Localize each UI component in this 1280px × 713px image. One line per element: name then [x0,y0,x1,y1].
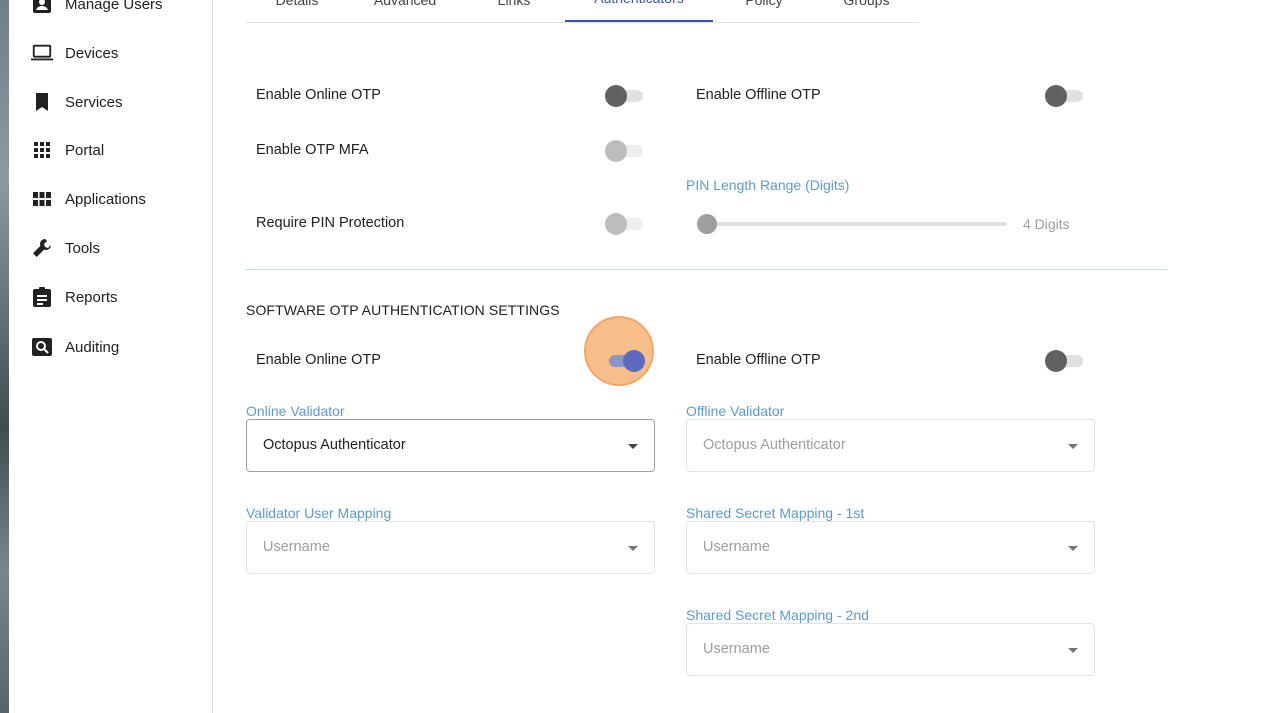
sidebar-item-devices[interactable]: Devices [9,33,212,73]
sidebar-item-label: Manage Users [65,0,163,13]
software-enable-online-otp-switch[interactable] [605,349,645,373]
tab-advanced[interactable]: Advanced [348,0,462,22]
slider-rail [707,222,1007,226]
sidebar-item-tools[interactable]: Tools [9,228,212,268]
enable-otp-mfa-switch[interactable] [605,139,645,163]
chevron-down-icon [1068,444,1078,449]
sidebar-item-manage-users[interactable]: Manage Users [9,0,212,24]
tab-bar: Details Advanced Links Authenticators Po… [246,0,918,23]
chevron-down-icon [1068,546,1078,551]
require-pin-switch[interactable] [605,212,645,236]
apps-grid-icon [31,139,53,161]
select-value: Username [703,539,770,555]
sidebar-item-label: Reports [65,288,118,306]
search-box-icon [31,336,53,358]
software-otp-section-title: SOFTWARE OTP AUTHENTICATION SETTINGS [246,302,560,318]
sidebar-item-portal[interactable]: Portal [9,130,212,170]
sidebar-item-label: Services [65,93,123,111]
software-enable-offline-otp-switch[interactable] [1045,349,1085,373]
enable-online-otp-label: Enable Online OTP [256,87,381,103]
enable-offline-otp-label: Enable Offline OTP [696,87,821,103]
require-pin-label: Require PIN Protection [256,215,405,231]
enable-otp-mfa-label: Enable OTP MFA [256,142,369,158]
software-enable-offline-otp-label: Enable Offline OTP [696,352,821,368]
enable-online-otp-switch[interactable] [605,84,645,108]
bookmark-icon [31,91,53,113]
sidebar-item-services[interactable]: Services [9,82,212,122]
shared-secret-1-select[interactable]: Username [686,521,1095,574]
switch-thumb [605,213,627,235]
clipboard-icon [31,286,53,308]
validator-user-mapping-select[interactable]: Username [246,521,655,574]
main-content: Details Advanced Links Authenticators Po… [213,0,1280,713]
sidebar-item-label: Auditing [65,338,120,356]
tab-groups[interactable]: Groups [815,0,918,22]
switch-thumb [1045,350,1067,372]
sidebar-item-label: Applications [65,190,146,208]
pin-length-label: PIN Length Range (Digits) [686,177,850,193]
validator-user-mapping-label: Validator User Mapping [246,505,392,521]
wrench-icon [31,237,53,259]
shared-secret-2-select[interactable]: Username [686,623,1095,676]
sidebar-item-auditing[interactable]: Auditing [9,327,212,367]
shared-secret-2-label: Shared Secret Mapping - 2nd [686,607,869,623]
enable-offline-otp-switch[interactable] [1045,84,1085,108]
switch-thumb [623,350,645,372]
software-enable-online-otp-label: Enable Online OTP [256,352,381,368]
view-module-icon [31,188,53,210]
select-value: Username [703,641,770,657]
section-divider [246,269,1167,270]
select-value: Username [263,539,330,555]
desktop-background-strip [0,0,9,713]
select-value: Octopus Authenticator [263,437,406,453]
sidebar-item-applications[interactable]: Applications [9,179,212,219]
tab-authenticators[interactable]: Authenticators [565,0,713,22]
pin-length-value: 4 Digits [1023,216,1070,232]
pin-length-slider[interactable] [697,212,1007,236]
sidebar-item-reports[interactable]: Reports [9,277,212,317]
account-box-icon [31,0,53,15]
switch-thumb [1045,85,1067,107]
tab-policy[interactable]: Policy [713,0,815,22]
online-validator-select[interactable]: Octopus Authenticator [246,419,655,472]
sidebar: Manage Users Devices Services Portal App… [9,0,213,713]
tab-links[interactable]: Links [462,0,566,22]
chevron-down-icon [628,546,638,551]
online-validator-label: Online Validator [246,403,345,419]
offline-validator-select[interactable]: Octopus Authenticator [686,419,1095,472]
shared-secret-1-label: Shared Secret Mapping - 1st [686,505,865,521]
sidebar-item-label: Portal [65,141,105,159]
sidebar-item-label: Tools [65,239,101,257]
laptop-icon [31,42,53,64]
sidebar-item-label: Devices [65,44,119,62]
tab-details[interactable]: Details [246,0,348,22]
switch-thumb [605,140,627,162]
chevron-down-icon [1068,648,1078,653]
select-value: Octopus Authenticator [703,437,846,453]
switch-thumb [605,85,627,107]
chevron-down-icon [628,444,638,449]
slider-knob[interactable] [697,214,717,234]
offline-validator-label: Offline Validator [686,403,785,419]
